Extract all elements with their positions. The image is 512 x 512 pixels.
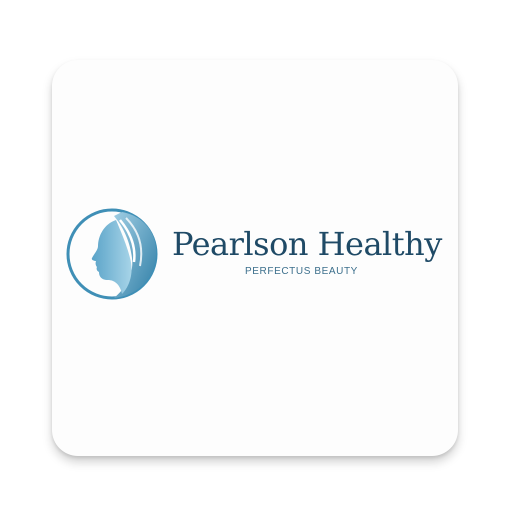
screen: Pearlson Healthy PERFECTUS BEAUTY — [0, 0, 512, 512]
brand-tagline: PERFECTUS BEAUTY — [245, 266, 358, 277]
woman-profile-icon — [66, 208, 158, 300]
brand-name: Pearlson Healthy — [172, 225, 442, 263]
